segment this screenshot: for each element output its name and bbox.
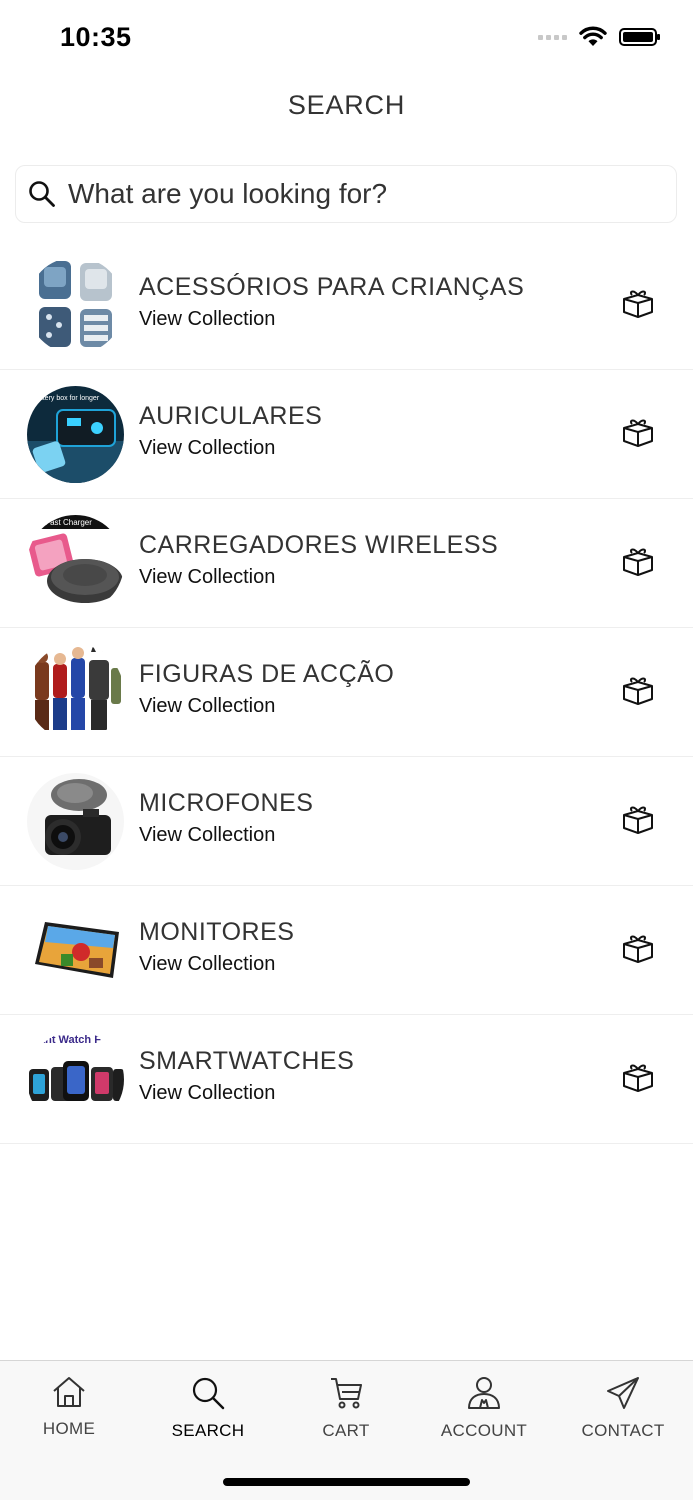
thumbnail-caption: battery box for longer (33, 395, 100, 402)
view-collection-label: View Collection (139, 566, 276, 588)
tab-label: CONTACT (581, 1421, 665, 1440)
home-indicator (223, 1478, 470, 1486)
home-icon (53, 1377, 85, 1407)
battery-icon (619, 28, 660, 46)
tab-label: CART (322, 1421, 370, 1440)
gift-icon (623, 935, 653, 963)
collection-title: ACESSÓRIOS PARA CRIANÇAS (139, 273, 525, 301)
gift-icon (623, 290, 653, 318)
cart-icon (331, 1378, 362, 1409)
account-icon (468, 1377, 500, 1409)
tab-home[interactable]: HOME (9, 1375, 129, 1439)
collection-title: CARREGADORES WIRELESS (139, 531, 499, 559)
tab-account[interactable]: ACCOUNT (424, 1375, 544, 1441)
status-icons (538, 26, 660, 48)
collection-item-kids-accessories[interactable]: ACESSÓRIOS PARA CRIANÇAS View Collection (0, 241, 693, 370)
page-title: SEARCH (287, 90, 406, 120)
view-collection-label: View Collection (139, 308, 276, 330)
collection-thumbnail (27, 644, 124, 741)
collection-thumbnail (27, 773, 124, 870)
tab-cart[interactable]: CART (286, 1375, 406, 1441)
collection-list: ACESSÓRIOS PARA CRIANÇAS View Collection… (0, 241, 693, 1144)
collection-title: MICROFONES (139, 789, 314, 817)
view-collection-label: View Collection (139, 695, 276, 717)
gift-icon (623, 677, 653, 705)
search-input[interactable] (66, 177, 630, 211)
collection-item-monitors[interactable]: MONITORES View Collection (0, 886, 693, 1015)
gift-icon (623, 419, 653, 447)
tab-contact[interactable]: CONTACT (563, 1375, 683, 1441)
collection-text: ACESSÓRIOS PARA CRIANÇAS View Collection (139, 273, 524, 331)
send-icon (607, 1377, 639, 1409)
collection-title: AURICULARES (139, 402, 323, 430)
search-icon (192, 1377, 225, 1410)
view-collection-label: View Collection (139, 953, 276, 975)
tab-search[interactable]: SEARCH (148, 1375, 268, 1441)
collection-item-wireless-chargers[interactable]: s Fast Charger CARREGADORES WIRELESS Vie… (0, 499, 693, 628)
collection-title: MONITORES (139, 918, 295, 946)
thumbnail-caption: s Fast Charger (39, 518, 92, 527)
collection-text: MICROFONES View Collection (139, 789, 313, 847)
search-icon (29, 181, 55, 207)
tab-label: ACCOUNT (440, 1421, 528, 1440)
wifi-icon (579, 26, 607, 46)
gift-icon (623, 806, 653, 834)
tab-label: SEARCH (171, 1421, 245, 1440)
collection-thumbnail (27, 902, 124, 999)
thumbnail-caption: ant Watch F (39, 1034, 101, 1046)
view-collection-label: View Collection (139, 437, 276, 459)
status-bar: 10:35 (0, 0, 693, 76)
collection-title: FIGURAS DE ACÇÃO (139, 660, 395, 688)
collection-item-smartwatches[interactable]: ant Watch F SMARTWATCHES View Collection (0, 1015, 693, 1144)
collection-text: SMARTWATCHES View Collection (139, 1047, 354, 1105)
collection-text: MONITORES View Collection (139, 918, 294, 976)
gift-icon (623, 1064, 653, 1092)
gift-icon (623, 548, 653, 576)
collection-item-microphones[interactable]: MICROFONES View Collection (0, 757, 693, 886)
collection-item-earphones[interactable]: battery box for longer AURICULARES View … (0, 370, 693, 499)
collection-thumbnail (27, 257, 124, 354)
status-time: 10:35 (60, 22, 132, 52)
collection-text: FIGURAS DE ACÇÃO View Collection (139, 660, 394, 718)
collection-text: AURICULARES View Collection (139, 402, 322, 460)
collection-thumbnail: s Fast Charger (27, 515, 124, 612)
collection-item-action-figures[interactable]: FIGURAS DE ACÇÃO View Collection (0, 628, 693, 757)
view-collection-label: View Collection (139, 1082, 276, 1104)
collection-thumbnail: ant Watch F (27, 1031, 124, 1128)
cellular-signal-icon (538, 34, 567, 40)
collection-text: CARREGADORES WIRELESS View Collection (139, 531, 498, 589)
search-bar[interactable] (15, 165, 677, 223)
collection-thumbnail: battery box for longer (27, 386, 124, 483)
view-collection-label: View Collection (139, 824, 276, 846)
collection-title: SMARTWATCHES (139, 1047, 355, 1075)
tab-label: HOME (42, 1419, 96, 1438)
